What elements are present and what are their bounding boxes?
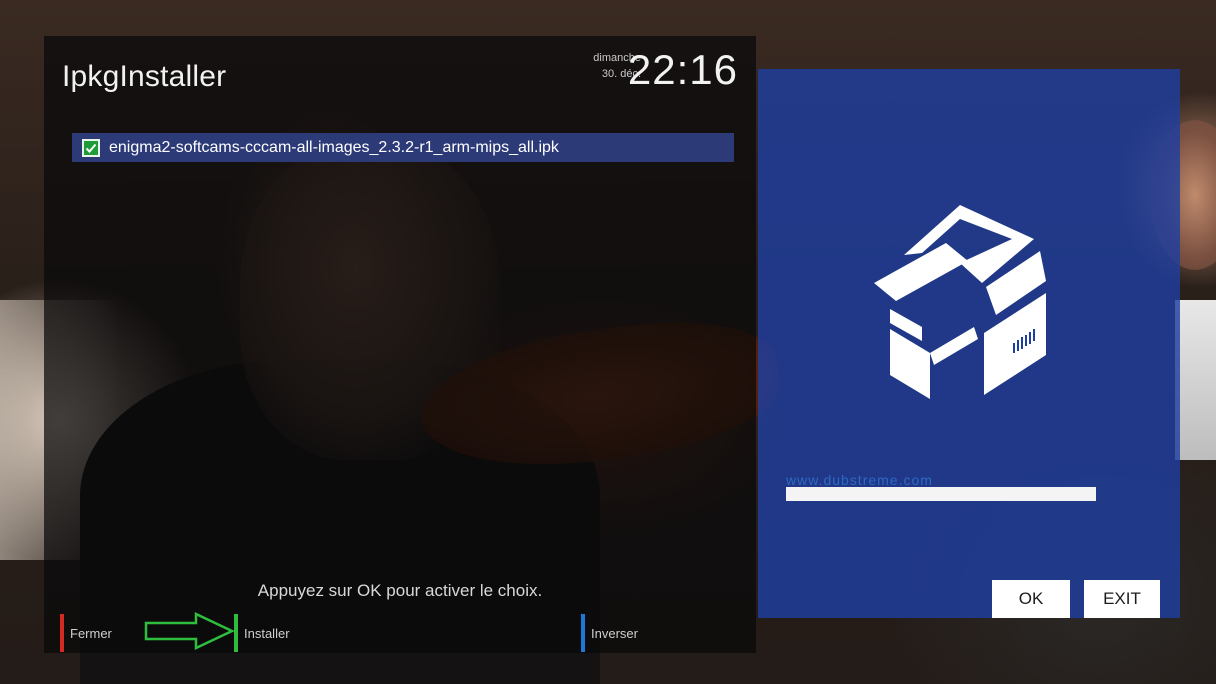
blue-key-invert[interactable]: Inverser <box>581 614 638 652</box>
clock-time: 22:16 <box>627 46 738 93</box>
blue-key-indicator <box>581 614 585 652</box>
green-arrow-annotation-icon <box>144 612 235 650</box>
progress-bar <box>786 487 1096 501</box>
red-key-close[interactable]: Fermer <box>60 614 112 652</box>
watermark-text: www.dubstreme.com <box>786 472 933 488</box>
red-key-label: Fermer <box>70 625 112 641</box>
package-filename: enigma2-softcams-cccam-all-images_2.3.2-… <box>109 138 559 156</box>
exit-button[interactable]: EXIT <box>1084 580 1160 618</box>
green-key-label: Installer <box>244 625 290 641</box>
package-box-icon <box>874 205 1046 399</box>
installer-panel: IpkgInstaller dimanche 30. déc. 22:16 en… <box>44 36 756 653</box>
blue-key-label: Inverser <box>591 625 638 641</box>
side-panel: www.dubstreme.com OK EXIT <box>758 69 1180 618</box>
ok-button[interactable]: OK <box>992 580 1070 618</box>
background-shirt-right <box>1175 300 1216 460</box>
package-list-item[interactable]: enigma2-softcams-cccam-all-images_2.3.2-… <box>72 133 734 162</box>
green-key-install[interactable]: Installer <box>234 614 290 652</box>
help-hint: Appuyez sur OK pour activer le choix. <box>257 581 543 600</box>
red-key-indicator <box>60 614 64 652</box>
checkbox-checked-icon[interactable] <box>82 138 100 157</box>
window-title: IpkgInstaller <box>62 60 227 93</box>
